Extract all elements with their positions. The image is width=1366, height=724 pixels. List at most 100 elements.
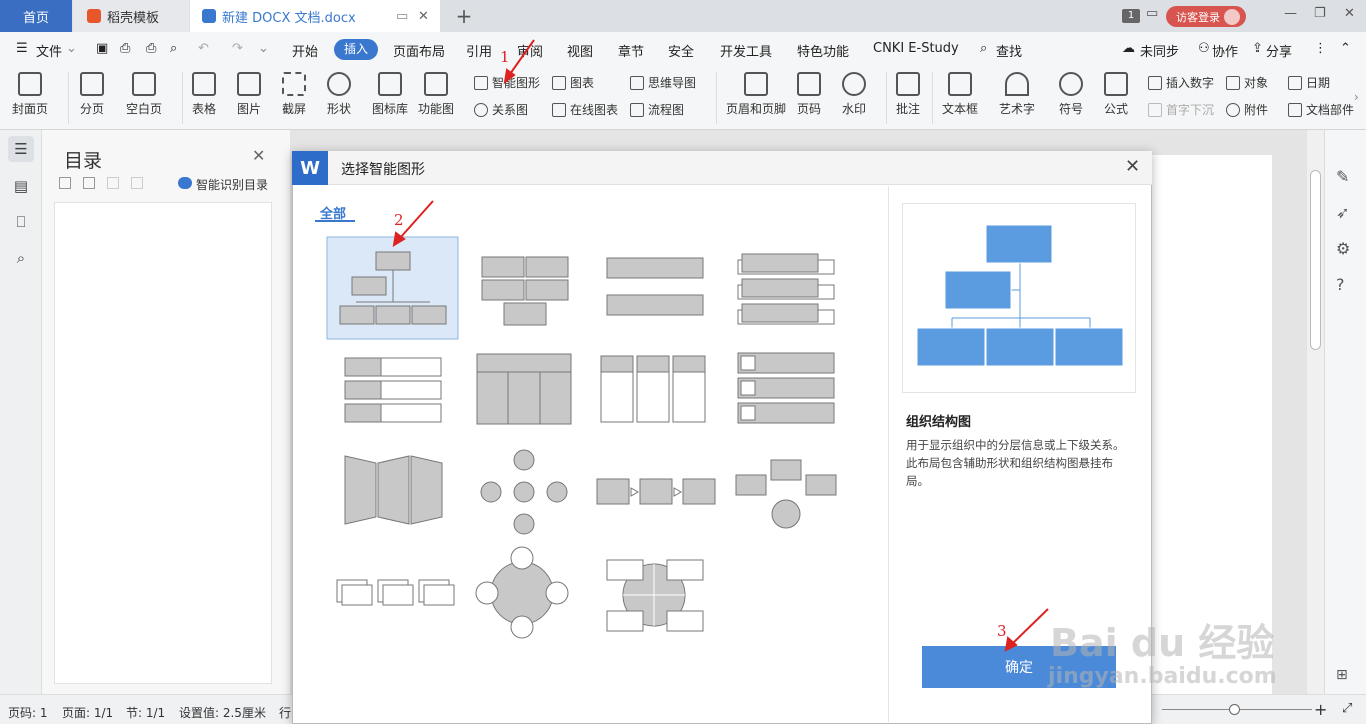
print-preview-icon[interactable]: ⌕	[170, 41, 177, 56]
watermark-button[interactable]: 水印	[842, 72, 866, 117]
menu-insert[interactable]: 插入	[334, 39, 378, 60]
icon-library-button[interactable]: 图标库	[372, 72, 408, 117]
status-row[interactable]: 行	[279, 704, 291, 721]
template-trapezoid-panels[interactable]	[344, 455, 443, 525]
template-converge-arrows[interactable]	[735, 459, 837, 529]
find-replace-icon[interactable]: ⌕	[8, 245, 34, 271]
pointer-icon[interactable]: ➶	[1336, 203, 1349, 222]
expand-all-icon[interactable]	[59, 177, 71, 189]
menu-collab[interactable]: 协作	[1212, 41, 1238, 60]
export-pdf-icon[interactable]: ⎙	[120, 41, 130, 56]
quick-access-more-icon[interactable]: ⌄	[258, 41, 269, 56]
redo-icon[interactable]: ↷	[232, 41, 243, 56]
fullscreen-icon[interactable]: ⤢	[1342, 701, 1352, 716]
header-footer-button[interactable]: 页眉和页脚	[726, 72, 786, 117]
menu-cnki[interactable]: CNKI E-Study	[873, 41, 959, 56]
zoom-slider-thumb[interactable]	[1229, 704, 1240, 715]
help-icon[interactable]: ?	[1336, 275, 1345, 294]
template-step-cards[interactable]	[336, 579, 455, 606]
search-icon[interactable]: ⌕	[980, 41, 987, 56]
status-section[interactable]: 节: 1/1	[126, 704, 165, 721]
drop-cap-button[interactable]: 首字下沉	[1148, 101, 1214, 118]
scroll-thumb[interactable]	[1310, 170, 1321, 350]
status-page[interactable]: 页码: 1	[8, 704, 48, 721]
print-icon[interactable]: ⎙	[146, 41, 156, 56]
collapse-ribbon-icon[interactable]: ⌃	[1340, 41, 1351, 56]
smartart-button[interactable]: 智能图形	[474, 74, 540, 91]
comment-button[interactable]: 批注	[896, 72, 920, 117]
screenshot-button[interactable]: 截屏	[282, 72, 306, 117]
close-window-icon[interactable]: ✕	[1344, 6, 1355, 21]
undo-icon[interactable]: ↶	[198, 41, 209, 56]
wordart-button[interactable]: 艺术字	[999, 72, 1035, 117]
insert-number-button[interactable]: 插入数字	[1148, 74, 1214, 91]
function-chart-button[interactable]: 功能图	[418, 72, 454, 117]
menu-file[interactable]: 文件	[36, 41, 62, 60]
blank-page-button[interactable]: 空白页	[126, 72, 162, 117]
template-column-cards[interactable]	[600, 355, 706, 423]
apps-grid-icon[interactable]: ⊞	[1336, 667, 1348, 683]
shape-button[interactable]: 形状	[327, 72, 351, 117]
bookmark-icon[interactable]: ⎕	[8, 209, 34, 235]
new-tab-plus-icon[interactable]: +	[452, 0, 476, 32]
tab-document[interactable]: 新建 DOCX 文档.docx ▭ ✕	[190, 0, 440, 32]
menu-page-layout[interactable]: 页面布局	[393, 41, 445, 60]
template-hub-circles[interactable]	[475, 546, 569, 639]
template-radial-arrows[interactable]	[480, 449, 568, 535]
template-vertical-blocks[interactable]	[344, 357, 442, 423]
smart-toc-button[interactable]: 智能识别目录	[196, 176, 268, 193]
menu-security[interactable]: 安全	[668, 41, 694, 60]
template-stacked-list[interactable]	[737, 253, 835, 325]
layout-icon[interactable]: ▭	[1146, 6, 1158, 21]
visitor-login-button[interactable]: 访客登录	[1166, 6, 1246, 27]
menu-special[interactable]: 特色功能	[797, 41, 849, 60]
mindmap-button[interactable]: 思维导图	[630, 74, 696, 91]
attachment-button[interactable]: 附件	[1226, 101, 1268, 118]
symbol-button[interactable]: 符号	[1059, 72, 1083, 117]
window-count-badge[interactable]: 1	[1122, 9, 1140, 23]
menu-share[interactable]: 分享	[1266, 41, 1292, 60]
template-org-chart[interactable]	[326, 236, 459, 340]
menu-developer[interactable]: 开发工具	[720, 41, 772, 60]
collab-icon[interactable]: ⚇	[1198, 41, 1210, 56]
toc-nav-icon[interactable]: ☰	[8, 136, 34, 162]
textbox-button[interactable]: 文本框	[942, 72, 978, 117]
menu-chapter[interactable]: 章节	[618, 41, 644, 60]
flowchart-button[interactable]: 流程图	[630, 101, 684, 118]
tab-home[interactable]: 首页	[0, 0, 72, 32]
menu-reference[interactable]: 引用	[466, 41, 492, 60]
template-quadrant-cycle[interactable]	[606, 559, 704, 632]
pen-icon[interactable]: ✎	[1336, 167, 1349, 186]
close-tab-icon[interactable]: ✕	[418, 9, 429, 24]
collapse-all-icon[interactable]	[83, 177, 95, 189]
menu-view[interactable]: 视图	[567, 41, 593, 60]
toc-close-icon[interactable]: ✕	[252, 146, 265, 165]
restore-tab-icon[interactable]: ▭	[396, 9, 408, 24]
share-icon[interactable]: ⇪	[1252, 41, 1263, 56]
table-button[interactable]: 表格	[192, 72, 216, 117]
doc-part-button[interactable]: 文档部件	[1288, 101, 1354, 118]
status-setting[interactable]: 设置值: 2.5厘米	[179, 704, 266, 721]
menu-review[interactable]: 审阅	[517, 41, 543, 60]
picture-button[interactable]: 图片	[237, 72, 261, 117]
date-button[interactable]: 日期	[1288, 74, 1330, 91]
menu-find[interactable]: 查找	[996, 41, 1022, 60]
template-header-columns[interactable]	[476, 353, 572, 425]
template-bullet-list[interactable]	[606, 257, 704, 316]
minimize-icon[interactable]: —	[1284, 6, 1297, 21]
add-level-icon[interactable]	[107, 177, 119, 189]
save-icon[interactable]: ▣	[96, 41, 108, 56]
chevron-down-icon[interactable]: ⌄	[66, 41, 77, 56]
menu-unsynced[interactable]: 未同步	[1140, 41, 1179, 60]
online-chart-button[interactable]: 在线图表	[552, 101, 618, 118]
hamburger-icon[interactable]: ☰	[16, 41, 28, 56]
page-number-button[interactable]: 页码	[797, 72, 821, 117]
status-pages[interactable]: 页面: 1/1	[62, 704, 113, 721]
ribbon-scroll-right-icon[interactable]: ›	[1354, 90, 1359, 104]
dialog-close-icon[interactable]: ✕	[1125, 156, 1140, 177]
menu-start[interactable]: 开始	[292, 41, 318, 60]
relation-chart-button[interactable]: 关系图	[474, 101, 528, 118]
sliders-icon[interactable]: ⚙	[1336, 239, 1350, 258]
template-process-flow[interactable]	[596, 478, 716, 505]
template-block-grid[interactable]	[481, 256, 569, 326]
